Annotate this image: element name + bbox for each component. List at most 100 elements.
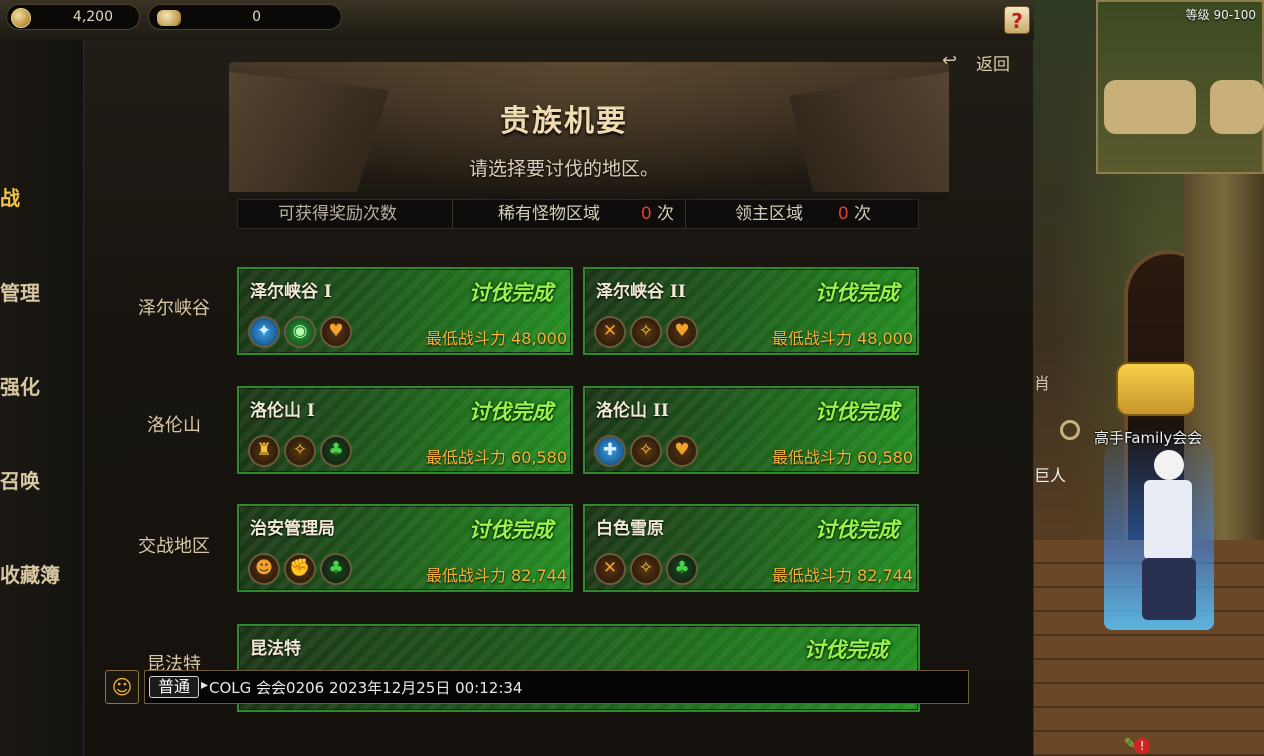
minimap[interactable]: 等级 90-100 (1096, 0, 1264, 174)
rare-area-count: 稀有怪物区域 0 次 (498, 200, 674, 228)
lord-area-number: 0 (837, 204, 849, 224)
npc-sign: 巨人 (1034, 466, 1067, 485)
lord-area-label: 领主区域 (735, 204, 803, 224)
min-power-label: 最低战斗力 (425, 566, 506, 585)
coin-display: 0 (148, 4, 342, 30)
return-label: 返回 (976, 55, 1010, 75)
region-label-lorien: 洛伦山 (147, 415, 201, 436)
blue-slash-icon: ✦ (248, 316, 280, 348)
sidebar: 战 管理 强化 召唤 收藏簿 (0, 40, 84, 756)
orange-heart-icon: ♥ (666, 316, 698, 348)
orange-torch-icon: ✧ (630, 435, 662, 467)
reward-counts-bar: 可获得奖励次数 稀有怪物区域 0 次 领主区域 0 次 (237, 199, 919, 229)
region-label-zell-canyon: 泽尔峡谷 (138, 298, 210, 319)
min-power: 最低战斗力 60,580 (772, 444, 913, 468)
chat-message: COLG 会会0206 2023年12月25日 00:12:34 (209, 679, 523, 697)
channel-arrow-icon: ▸ (201, 677, 209, 693)
banner-cliff-right (789, 72, 949, 192)
orange-body-icon: ♜ (248, 435, 280, 467)
blue-cross-icon: ✚ (594, 435, 626, 467)
min-power-label: 最低战斗力 (771, 566, 852, 585)
rare-area-number: 0 (640, 204, 652, 224)
minimap-area (1104, 80, 1196, 134)
orange-heart-icon: ♥ (666, 435, 698, 467)
min-power: 最低战斗力 48,000 (426, 325, 567, 349)
gold-coin-icon (11, 8, 31, 28)
player-legs (1142, 558, 1196, 620)
npc-sign: 肖 (1034, 374, 1051, 393)
status-completed: 讨伐完成 (815, 399, 899, 424)
coin-amount: 0 (252, 9, 261, 25)
player-guild-name: 高手Family会会 (1094, 427, 1202, 448)
green-clover-icon: ♣ (666, 553, 698, 585)
area-name: 治安管理局 (250, 519, 335, 539)
return-button[interactable]: ↩ 返回 (942, 50, 1022, 75)
status-completed: 讨伐完成 (815, 280, 899, 305)
minimap-area (1210, 80, 1264, 134)
area-name: 白色雪原 (596, 519, 664, 539)
chat-channel-button[interactable]: 普通 (149, 676, 199, 698)
green-clover-icon: ♣ (320, 553, 352, 585)
reward-counts-label: 可获得奖励次数 (278, 204, 397, 224)
main-panel: ↩ 返回 贵族机要 请选择要讨伐的地区。 可获得奖励次数 稀有怪物区域 0 次 … (84, 40, 1034, 756)
orange-cross-icon: ✕ (594, 553, 626, 585)
area-card[interactable]: 洛伦山 I 讨伐完成 ♜ ✧ ♣ 最低战斗力 60,580 (237, 386, 573, 474)
player-character[interactable] (1132, 450, 1202, 630)
lord-area-count: 领主区域 0 次 (735, 200, 871, 228)
pet-bus-icon (1116, 362, 1196, 416)
chat-emote-icon[interactable]: ☺ (105, 670, 139, 704)
status-completed: 讨伐完成 (469, 517, 553, 542)
sidebar-item-summon[interactable]: 召唤 (0, 465, 40, 494)
banner-cliff-left (229, 72, 389, 192)
area-card[interactable]: 治安管理局 讨伐完成 ☻ ✊ ♣ 最低战斗力 82,744 (237, 504, 573, 592)
area-card[interactable]: 泽尔峡谷 I 讨伐完成 ✦ ◉ ♥ 最低战斗力 48,000 (237, 267, 573, 355)
gold-display: 4,200 (6, 4, 140, 30)
green-eye-icon: ◉ (284, 316, 316, 348)
orange-torch-icon: ✧ (284, 435, 316, 467)
sidebar-item-enhance[interactable]: 强化 (0, 371, 40, 400)
ring-icon (1060, 420, 1080, 440)
divider (452, 200, 453, 228)
orange-torch-icon: ✧ (630, 553, 662, 585)
chat-bar[interactable]: 普通 ▸ COLG 会会0206 2023年12月25日 00:12:34 (144, 670, 969, 704)
return-icon: ↩ (942, 50, 958, 71)
status-completed: 讨伐完成 (804, 637, 888, 662)
area-name: 泽尔峡谷 I (250, 282, 332, 302)
lord-area-unit: 次 (854, 204, 872, 224)
area-card[interactable]: 洛伦山 II 讨伐完成 ✚ ✧ ♥ 最低战斗力 60,580 (583, 386, 919, 474)
min-power-label: 最低战斗力 (771, 329, 852, 348)
region-label-war-zone: 交战地区 (138, 536, 210, 557)
sidebar-item-collection[interactable]: 收藏簿 (0, 559, 60, 588)
level-range-label: 等级 90-100 (1185, 8, 1256, 22)
orange-heart-icon: ♥ (320, 316, 352, 348)
orange-cross-icon: ✕ (594, 316, 626, 348)
currency-bar: 4,200 0 (0, 0, 1060, 40)
sidebar-item-manage[interactable]: 管理 (0, 277, 40, 306)
min-power-value: 60,580 (857, 448, 913, 467)
orange-torch-icon: ✧ (630, 316, 662, 348)
guild-name-text: 高手Family会会 (1094, 429, 1203, 447)
status-completed: 讨伐完成 (815, 517, 899, 542)
page-title: 贵族机要 (500, 104, 628, 139)
min-power: 最低战斗力 82,744 (426, 562, 567, 586)
green-clover-icon: ♣ (320, 435, 352, 467)
alert-icon[interactable]: ! (1134, 738, 1150, 754)
area-card[interactable]: 泽尔峡谷 II 讨伐完成 ✕ ✧ ♥ 最低战斗力 48,000 (583, 267, 919, 355)
player-head (1154, 450, 1184, 480)
area-card[interactable]: 白色雪原 讨伐完成 ✕ ✧ ♣ 最低战斗力 82,744 (583, 504, 919, 592)
coin-stack-icon (157, 10, 181, 26)
min-power: 最低战斗力 60,580 (426, 444, 567, 468)
min-power-label: 最低战斗力 (425, 329, 506, 348)
rare-area-label: 稀有怪物区域 (498, 204, 600, 224)
sidebar-item-battle[interactable]: 战 (0, 182, 20, 211)
area-name: 泽尔峡谷 II (596, 282, 686, 302)
min-power-value: 60,580 (511, 448, 567, 467)
help-icon[interactable]: ? (1004, 6, 1030, 34)
min-power-value: 82,744 (857, 566, 913, 585)
min-power-label: 最低战斗力 (425, 448, 506, 467)
min-power: 最低战斗力 48,000 (772, 325, 913, 349)
page-subtitle: 请选择要讨伐的地区。 (468, 158, 659, 180)
player-body (1144, 480, 1192, 560)
orange-face-icon: ☻ (248, 553, 280, 585)
rare-area-unit: 次 (657, 204, 675, 224)
